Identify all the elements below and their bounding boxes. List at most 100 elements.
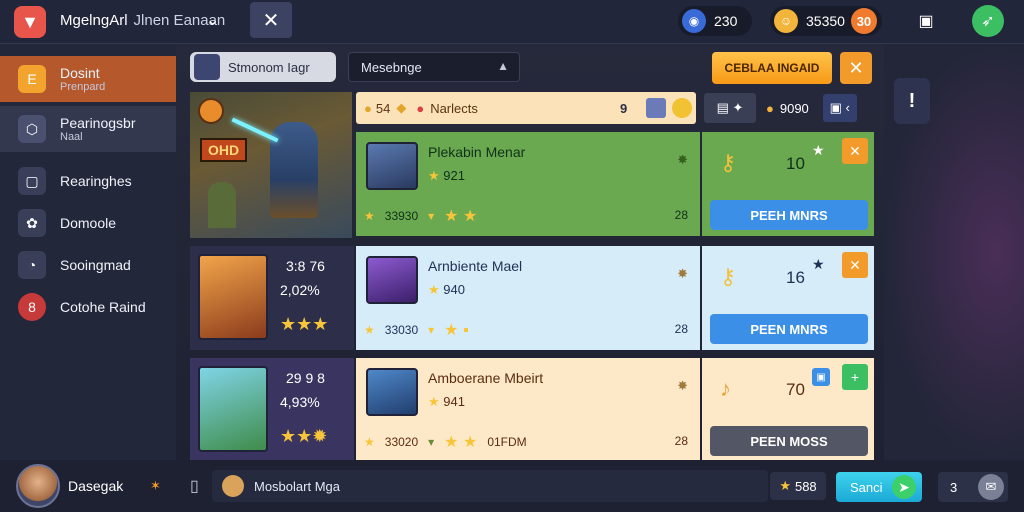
star-icon: ★ (364, 209, 375, 223)
coins-plus-button[interactable]: 30 (850, 8, 877, 34)
reward-star-icon: ★ (812, 142, 825, 158)
caret-up-icon[interactable]: ▲ (497, 59, 509, 73)
star-small-icon: ✶ (150, 478, 161, 493)
player-avatar[interactable] (16, 464, 60, 508)
player-chip[interactable]: Stmonom Iagr (190, 52, 336, 82)
chat-input[interactable]: Mosbolart Mga (212, 470, 768, 502)
dismiss-button[interactable]: ✕ (842, 252, 868, 278)
chevron-icon: ▾ (428, 209, 435, 223)
claim-button[interactable]: PEEN MNRS (710, 314, 868, 344)
star-badge-icon: ★ ▪ (444, 322, 469, 339)
reward-count: 10 (786, 154, 805, 173)
hero-portrait (198, 254, 268, 340)
shield-icon: ⬡ (18, 115, 46, 143)
drop-icon: ◆ (396, 100, 407, 115)
dismiss-button[interactable]: ✕ (842, 138, 868, 164)
claim-button[interactable]: PEEH MNRS (710, 200, 868, 230)
sidebar-item-dosint[interactable]: E Dosint Prenpard (0, 56, 176, 102)
sidebar-item-sublabel: Prenpard (60, 81, 106, 93)
sidebar-item-label: Rearinghes (60, 173, 132, 189)
quest-row-2[interactable]: Arnbiente Mael ★ 940 ★ 33030 ▾ ★ ▪ ✸ 28 (356, 246, 700, 350)
quest-cost: 33930 (384, 209, 419, 223)
sidebar-item-domoole[interactable]: ✿ Domoole (0, 200, 176, 246)
sidebar-item-pearinogsbr[interactable]: ⬡ Pearinogsbr Naal (0, 106, 176, 152)
close-icon: ✕ (262, 9, 280, 32)
quest-stars-value: 921 (443, 168, 465, 183)
filter-label[interactable]: Narlects (430, 101, 478, 116)
quest-title: Amboerane Mbeirt (428, 370, 544, 386)
gear-icon[interactable]: ✸ (677, 378, 688, 394)
hero-portrait (198, 366, 268, 452)
quest-thumb (366, 142, 418, 190)
chevron-icon: ▾ (428, 323, 435, 337)
reward-count: 16 (786, 268, 805, 287)
sidebar: E Dosint Prenpard ⬡ Pearinogsbr Naal ▢ Rea… (0, 44, 176, 460)
gems-value: 230 (714, 13, 738, 29)
gear-icon[interactable]: ✸ (677, 152, 688, 168)
horn-icon: ♪ (720, 376, 731, 401)
top-bar: ▼ MgelngArl Jlnen Eanaan ⌄ ✕ ◉ 230 ☺ 3535… (0, 0, 1024, 44)
chevron-down-icon[interactable]: ⌄ (206, 10, 219, 30)
quest-row-3[interactable]: Amboerane Mbeirt ★ 941 ★ 33020 ▾ ★ ★ 01FD… (356, 358, 700, 462)
filter-right: ▤ ✦ ● 9090 ▣ ‹ (704, 92, 874, 124)
info-button[interactable]: ! (894, 78, 930, 124)
sidebar-item-label: Dosint (60, 65, 100, 81)
star-counter[interactable]: ★ 588 (770, 472, 826, 500)
hero-badge: OHD (200, 138, 248, 162)
filter-coin-icon[interactable] (672, 98, 692, 118)
search-input[interactable]: Mesebnge ▲ (348, 52, 520, 82)
info-mini-icon[interactable]: ▣ (812, 368, 830, 386)
quest-thumb (366, 256, 418, 304)
reward-panel-2: ⚷ 16 ★ ✕ PEEN MNRS (702, 246, 874, 350)
quest-number: 28 (674, 434, 688, 448)
sidebar-item-cotohe-raind[interactable]: 8 Cotohe Raind (0, 284, 176, 330)
close-panel-button[interactable]: ✕ (840, 52, 872, 84)
hero-card-3: 29 9 8 4,93% ★★✹ (190, 358, 354, 462)
count-widget[interactable]: 3 ✉ (938, 472, 1008, 502)
chevron-icon: ▾ (428, 435, 435, 449)
send-button[interactable]: Sanci ➤ (836, 472, 922, 502)
badge-icon: ● (416, 100, 425, 116)
star-icon: ★ (364, 435, 375, 449)
gear-icon[interactable]: ✸ (677, 266, 688, 282)
add-button[interactable]: + (842, 364, 868, 390)
quest-title: Arnbiente Mael (428, 258, 523, 274)
quest-number: 28 (674, 322, 688, 336)
claim-all-button[interactable]: CEBLAA INGAID (712, 52, 832, 84)
sidebar-item-label: Sooingmad (60, 257, 131, 273)
sort-icon[interactable]: ▤ ✦ (704, 93, 756, 123)
close-button[interactable]: ✕ (250, 2, 292, 38)
view-toggle-icon[interactable]: ▣ ‹ (822, 94, 857, 122)
quest-thumb (366, 368, 418, 416)
player-name: Dasegak (68, 478, 124, 494)
app-logo-icon[interactable]: ▼ (14, 6, 46, 38)
player-chip-label: Stmonom Iagr (228, 59, 310, 75)
sidebar-item-rearinghes[interactable]: ▢ Rearinghes (0, 158, 176, 204)
gems-counter[interactable]: ◉ 230 (678, 6, 752, 36)
inventory-icon[interactable]: ▣ (910, 5, 942, 37)
app-title[interactable]: MgelngArl Jlnen Eanaan (60, 12, 225, 29)
quest-number: 28 (674, 208, 688, 222)
mail-icon: ✉ (978, 474, 1004, 500)
filter-right-value: 9090 (779, 100, 809, 116)
filter-badge-number: 9 (620, 100, 628, 116)
quest-cost: 33030 (384, 323, 419, 337)
footer-count: 3 (950, 479, 958, 495)
player-avatar-icon (194, 54, 220, 80)
hero-figure (270, 122, 318, 218)
star-value: 588 (794, 478, 817, 494)
reward-count: 70 (786, 380, 805, 399)
sidebar-item-sooingmad[interactable]: ◔ Sooingmad (0, 242, 176, 288)
boost-icon[interactable]: ➶ (972, 5, 1004, 37)
quest-row-1[interactable]: Plekabin Menar ★ 921 ★ 33930 ▾ ★ ★ ✸ 28 (356, 132, 700, 236)
quest-extra: 01FDM (487, 435, 527, 449)
coins-counter[interactable]: ☺ 35350 30 (770, 6, 882, 36)
filter-square-icon[interactable] (646, 98, 666, 118)
divider-icon: ▯ (190, 478, 199, 495)
frame-icon: ▢ (18, 167, 46, 195)
reward-panel-1: ⚷ 10 ★ ✕ PEEH MNRS (702, 132, 874, 236)
quest-title: Plekabin Menar (428, 144, 526, 160)
cog-icon: ✿ (18, 209, 46, 237)
star-icon: ★ (428, 168, 440, 183)
claim-button[interactable]: PEEN MOSS (710, 426, 868, 456)
